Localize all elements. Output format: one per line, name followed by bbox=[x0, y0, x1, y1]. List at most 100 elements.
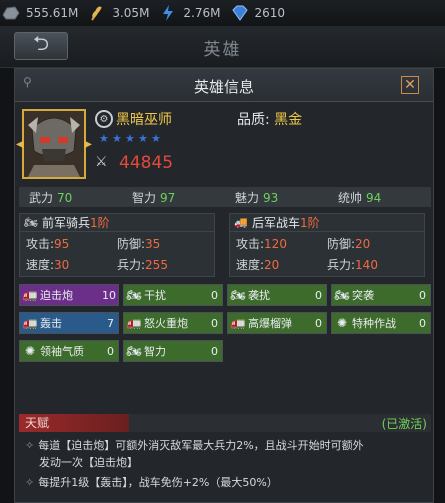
motorcycle-icon: 🏍 bbox=[126, 288, 142, 302]
motorcycle-icon: 🏍 bbox=[334, 288, 350, 302]
value: 140 bbox=[355, 258, 378, 272]
emblem-icon: ✺ bbox=[336, 316, 348, 330]
dialog-title: 英雄信息 bbox=[193, 78, 254, 96]
stat-label: 武力 bbox=[29, 190, 54, 205]
troop-level: 1阶 bbox=[300, 216, 320, 230]
stat-label: 统帅 bbox=[338, 190, 363, 205]
skill-count: 0 bbox=[419, 288, 426, 302]
truck-icon: 🚛 bbox=[230, 316, 246, 330]
hero-avatar bbox=[24, 111, 84, 177]
value: 20 bbox=[355, 237, 371, 251]
label: 攻击: bbox=[26, 237, 55, 251]
troop-defense: 防御:35 bbox=[117, 235, 208, 252]
skill-interfere[interactable]: 🏍 干扰 0 bbox=[123, 284, 223, 306]
stat-value: 97 bbox=[160, 190, 176, 205]
troop-attack: 攻击:95 bbox=[26, 235, 117, 252]
hero-quality: 品质: 黑金 bbox=[237, 109, 302, 129]
resource-diamond: 2610 bbox=[229, 0, 285, 26]
diamond-icon bbox=[229, 4, 251, 22]
star-icon: ★ bbox=[138, 132, 148, 145]
hero-name-row: ⚙ 黑暗巫师 bbox=[95, 109, 172, 129]
skill-raid[interactable]: 🏍 突袭 0 bbox=[331, 284, 431, 306]
troop-level: 1阶 bbox=[90, 216, 110, 230]
skill-name: 特种作战 bbox=[352, 317, 396, 330]
skill-name: 干扰 bbox=[144, 289, 166, 302]
star-icon: ★ bbox=[99, 132, 109, 145]
talent-header: 天赋 (已激活) bbox=[19, 414, 431, 432]
motorcycle-icon: 🏍 bbox=[126, 344, 142, 358]
troop-defense: 防御:20 bbox=[327, 235, 418, 252]
star-icon: ★ bbox=[151, 132, 161, 145]
skill-name: 领袖气质 bbox=[40, 345, 84, 358]
skill-leadership[interactable]: ✺ 领袖气质 0 bbox=[19, 340, 119, 362]
power-row: ⚔ 44845 bbox=[95, 153, 173, 173]
bullet-icon: ✧ bbox=[25, 439, 35, 452]
truck-icon: 🚚 bbox=[234, 216, 248, 229]
stat-command: 统帅 94 bbox=[328, 189, 431, 206]
skill-name: 怒火重炮 bbox=[144, 317, 188, 330]
stone-icon bbox=[0, 4, 22, 22]
value: 35 bbox=[145, 237, 161, 251]
motorcycle-icon: 🏍 bbox=[24, 216, 38, 229]
skill-bombard[interactable]: 🚛 轰击 7 bbox=[19, 312, 119, 334]
truck-icon: 🚛 bbox=[22, 316, 38, 330]
talent-status: (已激活) bbox=[381, 417, 427, 431]
stat-force: 武力 70 bbox=[19, 189, 122, 206]
star-icon: ★ bbox=[125, 132, 135, 145]
resource-value: 555.61M bbox=[26, 6, 79, 20]
stat-label: 魅力 bbox=[235, 190, 260, 205]
stat-value: 93 bbox=[263, 190, 279, 205]
resource-stone: 555.61M bbox=[0, 0, 78, 26]
talent-label: 天赋 bbox=[19, 414, 129, 432]
gear-icon: ⚙ bbox=[95, 110, 113, 128]
hero-info-dialog: ⚲ 英雄信息 ✕ ◀ ▶ ⚙ 黑暗巫师 ★ ★ ★ ★ ★ ⚔ 44845 品质… bbox=[14, 68, 434, 503]
label: 速度: bbox=[26, 258, 55, 272]
troop-header: 🚚 后军战车 1阶 bbox=[230, 214, 424, 232]
skill-name: 智力 bbox=[144, 345, 166, 358]
talent-text: 每道【迫击炮】可额外消灭敌军最大兵力2%，且战斗开始时可额外 bbox=[38, 439, 364, 452]
troop-speed: 速度:30 bbox=[26, 256, 117, 273]
label: 兵力: bbox=[327, 258, 356, 272]
skill-count: 0 bbox=[315, 288, 322, 302]
hero-power: 44845 bbox=[119, 153, 174, 173]
skill-harass[interactable]: 🏍 袭扰 0 bbox=[227, 284, 327, 306]
skill-mortar[interactable]: 🚛 迫击炮 10 bbox=[19, 284, 119, 306]
talent-description: ✧ 每提升1级【轰击】，战车免伤+2%（最大50%） bbox=[25, 474, 417, 491]
hero-portrait[interactable]: ◀ ▶ bbox=[16, 109, 92, 179]
skill-special-ops[interactable]: ✺ 特种作战 0 bbox=[331, 312, 431, 334]
skill-name: 轰击 bbox=[40, 317, 62, 330]
resource-value: 3.05M bbox=[112, 6, 150, 20]
skill-name: 迫击炮 bbox=[40, 289, 73, 302]
truck-icon: 🚛 bbox=[22, 288, 38, 302]
lightning-icon bbox=[157, 4, 179, 22]
talent-text: 发动一次【迫击炮】 bbox=[39, 456, 138, 469]
truck-icon: 🚛 bbox=[126, 316, 142, 330]
front-troop-panel: 🏍 前军骑兵 1阶 攻击:95 防御:35 速度:30 兵力:255 bbox=[19, 213, 215, 277]
resource-value: 2.76M bbox=[183, 6, 221, 20]
troop-name: 后军战车 bbox=[252, 216, 301, 230]
chevron-right-icon: ▶ bbox=[84, 139, 92, 150]
troop-header: 🏍 前军骑兵 1阶 bbox=[20, 214, 214, 232]
talent-description: 发动一次【迫击炮】 bbox=[25, 454, 417, 471]
skill-count: 0 bbox=[211, 316, 218, 330]
value: 20 bbox=[264, 258, 280, 272]
skill-he-grenade[interactable]: 🚛 高爆榴弹 0 bbox=[227, 312, 327, 334]
skill-count: 0 bbox=[419, 316, 426, 330]
skill-intelligence[interactable]: 🏍 智力 0 bbox=[123, 340, 223, 362]
quality-label: 品质: bbox=[237, 112, 270, 128]
emblem-icon: ✺ bbox=[24, 344, 36, 358]
skill-count: 10 bbox=[102, 288, 116, 302]
label: 防御: bbox=[117, 237, 146, 251]
stat-value: 70 bbox=[57, 190, 73, 205]
troop-force: 兵力:255 bbox=[117, 256, 208, 273]
resource-energy: 2.76M bbox=[157, 0, 221, 26]
talent-text: 每提升1级【轰击】，战车免伤+2%（最大50%） bbox=[38, 476, 278, 489]
rear-troop-panel: 🚚 后军战车 1阶 攻击:120 防御:20 速度:20 兵力:140 bbox=[229, 213, 425, 277]
game-screen: 555.61M 3.05M 2.76M 2610 ⮌ 英雄 ⚲ 英雄信息 ✕ ◀… bbox=[0, 0, 445, 503]
star-icon: ★ bbox=[112, 132, 122, 145]
wheat-icon bbox=[86, 4, 108, 22]
skill-heavy-cannon[interactable]: 🚛 怒火重炮 0 bbox=[123, 312, 223, 334]
hero-name: 黑暗巫师 bbox=[116, 112, 172, 128]
value: 120 bbox=[264, 237, 287, 251]
close-button[interactable]: ✕ bbox=[401, 76, 419, 94]
